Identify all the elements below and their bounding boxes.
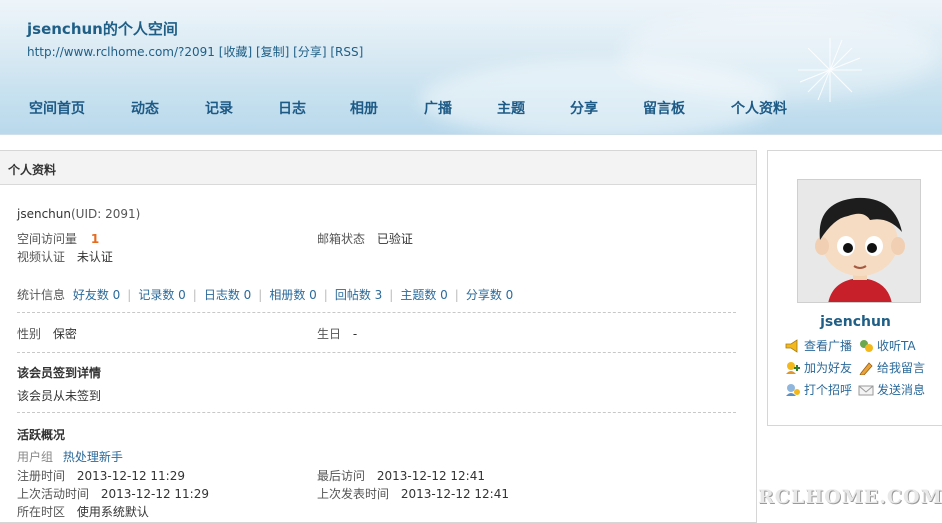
avatar[interactable] [797,179,921,303]
birthday-label: 生日 [317,327,342,341]
header-cloud [620,10,940,100]
gender-value: 保密 [52,327,77,341]
greet-link[interactable]: 打个招呼 [785,381,852,398]
nav-threads[interactable]: 主题 [497,98,525,118]
view-broadcast-link[interactable]: 查看广播 [785,337,852,354]
space-header: jsenchun的个人空间 http://www.rclhome.com/?20… [0,0,942,135]
nav-share[interactable]: 分享 [570,98,598,118]
follow-icon [860,339,873,352]
usergroup-label: 用户组 [17,450,54,464]
last-post-value: 2013-12-12 12:41 [400,487,509,501]
gender-row: 性别 保密 [17,325,77,342]
nav-feed[interactable]: 动态 [131,98,159,118]
space-link-bar: http://www.rclhome.com/?2091 [收藏] [复制] [… [27,43,363,60]
visits-row: 空间访问量 1 [17,230,99,247]
divider [17,352,736,353]
follow-link[interactable]: 收听TA [858,337,916,354]
cartoon-boy-avatar-icon [798,180,920,302]
divider [17,412,736,413]
share-link[interactable]: [分享] [293,45,326,59]
envelope-icon [858,385,874,395]
stat-friends-link[interactable]: 好友数 0 [73,288,120,302]
last-visit-label: 最后访问 [317,469,366,483]
last-post-label: 上次发表时间 [317,487,390,501]
usergroup-row: 用户组 热处理新手 [17,448,123,465]
profile-uid: (UID: 2091) [71,207,141,221]
add-friend-link[interactable]: 加为好友 [785,359,852,376]
visits-label: 空间访问量 [17,232,78,246]
video-row: 视频认证 未认证 [17,248,113,265]
usergroup-link[interactable]: 热处理新手 [63,450,123,464]
pencil-icon [859,361,873,375]
watermark: RCLHOME.COM [758,486,942,508]
profile-username: jsenchun [17,207,71,221]
copy-link[interactable]: [复制] [256,45,289,59]
last-active-value: 2013-12-12 11:29 [100,487,209,501]
dandelion-decoration-icon [798,38,862,102]
leave-message-link[interactable]: 给我留言 [858,359,925,376]
timezone-value: 使用系统默认 [76,505,149,519]
nav-profile[interactable]: 个人资料 [731,98,787,118]
video-value: 未认证 [76,250,113,264]
stat-records-link[interactable]: 记录数 0 [138,288,185,302]
email-value: 已验证 [376,232,413,246]
profile-panel: 个人资料 jsenchun(UID: 2091) 空间访问量 1 邮箱状态 已验… [0,150,757,523]
username-line: jsenchun(UID: 2091) [17,207,140,221]
card-username[interactable]: jsenchun [768,314,942,330]
divider [17,312,736,313]
video-label: 视频认证 [17,250,66,264]
nav-records[interactable]: 记录 [205,98,233,118]
last-post-row: 上次发表时间 2013-12-12 12:41 [317,485,509,502]
stat-shares-link[interactable]: 分享数 0 [466,288,513,302]
greet-icon [786,383,800,396]
register-time-row: 注册时间 2013-12-12 11:29 [17,467,185,484]
last-active-row: 上次活动时间 2013-12-12 11:29 [17,485,209,502]
rss-link[interactable]: [RSS] [330,45,363,59]
send-message-link[interactable]: 发送消息 [858,381,925,398]
register-time-value: 2013-12-12 11:29 [76,469,185,483]
user-card: jsenchun 查看广播 收听TA 加为好友 给我留言 打个招呼 发送消息 [767,150,942,426]
stat-blogs-link[interactable]: 日志数 0 [204,288,251,302]
collect-link[interactable]: [收藏] [219,45,252,59]
activity-title: 活跃概况 [17,428,66,442]
checkin-title: 该会员签到详情 [17,366,102,380]
register-time-label: 注册时间 [17,469,66,483]
stat-replies-link[interactable]: 回帖数 3 [335,288,382,302]
broadcast-icon [785,338,798,353]
nav-album[interactable]: 相册 [350,98,378,118]
space-url-link[interactable]: http://www.rclhome.com/?2091 [27,45,215,59]
stat-albums-link[interactable]: 相册数 0 [269,288,316,302]
panel-heading: 个人资料 [0,151,756,185]
gender-label: 性别 [17,327,42,341]
nav-space-home[interactable]: 空间首页 [29,98,85,118]
nav-blog[interactable]: 日志 [278,98,306,118]
space-title: jsenchun的个人空间 [27,20,178,38]
nav-broadcast[interactable]: 广播 [424,98,452,118]
last-visit-row: 最后访问 2013-12-12 12:41 [317,467,485,484]
visits-value: 1 [90,232,100,246]
last-active-label: 上次活动时间 [17,487,90,501]
add-friend-icon [786,361,800,374]
stat-threads-link[interactable]: 主题数 0 [400,288,447,302]
birthday-value: - [352,327,358,341]
timezone-label: 所在时区 [17,505,66,519]
email-label: 邮箱状态 [317,232,366,246]
stats-row: 统计信息 好友数 0 | 记录数 0 | 日志数 0 | 相册数 0 | 回帖数 3 | 主题数 0… [17,288,514,302]
nav-guestbook[interactable]: 留言板 [643,98,685,118]
checkin-text: 该会员从未签到 [17,389,102,403]
timezone-row: 所在时区 使用系统默认 [17,503,149,520]
birthday-row: 生日 - [317,325,357,342]
stats-label: 统计信息 [17,288,66,302]
last-visit-value: 2013-12-12 12:41 [376,469,485,483]
email-row: 邮箱状态 已验证 [317,230,413,247]
